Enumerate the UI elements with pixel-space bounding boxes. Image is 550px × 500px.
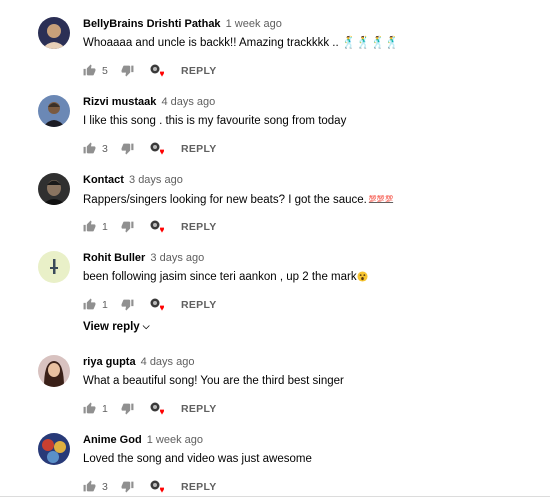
like-count: 1 — [102, 299, 108, 311]
like-count: 1 — [102, 221, 108, 233]
reply-button[interactable]: REPLY — [181, 481, 217, 493]
comment-body: riya gupta 4 days ago What a beautiful s… — [83, 355, 550, 389]
thumb-up-icon[interactable] — [83, 64, 96, 77]
timestamp[interactable]: 4 days ago — [161, 96, 215, 108]
comment-actions: 5 REPLY — [83, 62, 383, 80]
comment-body: BellyBrains Drishti Pathak 1 week ago Wh… — [83, 17, 550, 51]
thumb-down-icon[interactable] — [121, 64, 134, 77]
comment-text: been following jasim since teri aankon ,… — [83, 270, 550, 285]
avatar[interactable] — [38, 433, 70, 465]
reply-button[interactable]: REPLY — [181, 143, 217, 155]
creator-heart-icon — [150, 480, 164, 493]
comment-body: Rohit Buller 3 days ago been following j… — [83, 251, 550, 285]
timestamp[interactable]: 1 week ago — [147, 434, 203, 446]
thumb-down-icon[interactable] — [121, 480, 134, 493]
avatar[interactable] — [38, 173, 70, 205]
thumb-up-icon[interactable] — [83, 298, 96, 311]
creator-heart-icon — [150, 298, 164, 311]
thumb-up-icon[interactable] — [83, 220, 96, 233]
like-count: 3 — [102, 481, 108, 493]
thumb-down-icon[interactable] — [121, 142, 134, 155]
timestamp[interactable]: 1 week ago — [226, 18, 282, 30]
comment-actions: 1 REPLY — [83, 400, 383, 418]
comment-text: Whoaaaa and uncle is backk!! Amazing tra… — [83, 37, 400, 49]
comment-text: What a beautiful song! You are the third… — [83, 375, 344, 387]
avatar[interactable] — [38, 251, 70, 283]
thumb-down-icon[interactable] — [121, 220, 134, 233]
reply-button[interactable]: REPLY — [181, 221, 217, 233]
timestamp[interactable]: 4 days ago — [141, 356, 195, 368]
author-name[interactable]: Rohit Buller — [83, 252, 145, 264]
avatar[interactable] — [38, 95, 70, 127]
like-count: 1 — [102, 403, 108, 415]
creator-heart-icon — [150, 64, 164, 77]
reply-button[interactable]: REPLY — [181, 403, 217, 415]
reply-button[interactable]: REPLY — [181, 299, 217, 311]
creator-heart-icon — [150, 142, 164, 155]
thumb-down-icon[interactable] — [121, 298, 134, 311]
avatar[interactable] — [38, 355, 70, 387]
bottom-divider — [0, 496, 550, 497]
view-replies-label: View reply — [83, 321, 140, 333]
reply-button[interactable]: REPLY — [181, 65, 217, 77]
thumb-up-icon[interactable] — [83, 480, 96, 493]
creator-heart-icon — [150, 402, 164, 415]
avatar[interactable] — [38, 17, 70, 49]
comment-text: I like this song . this is my favourite … — [83, 115, 347, 127]
author-name[interactable]: Anime God — [83, 434, 142, 446]
like-count: 5 — [102, 65, 108, 77]
timestamp[interactable]: 3 days ago — [150, 252, 204, 264]
author-name[interactable]: Kontact — [83, 174, 124, 186]
author-name[interactable]: BellyBrains Drishti Pathak — [83, 18, 221, 30]
thumb-up-icon[interactable] — [83, 142, 96, 155]
creator-heart-icon — [150, 220, 164, 233]
like-count: 3 — [102, 143, 108, 155]
chevron-down-icon: ⌵ — [142, 321, 150, 331]
thumb-up-icon[interactable] — [83, 402, 96, 415]
comment-text: Rappers/singers looking for new beats? I… — [83, 194, 394, 206]
timestamp[interactable]: 3 days ago — [129, 174, 183, 186]
comment-actions: 3 REPLY — [83, 478, 383, 496]
thumb-down-icon[interactable] — [121, 402, 134, 415]
comment-body: Kontact 3 days ago Rappers/singers looki… — [83, 173, 550, 208]
hundred-emoji: 💯💯💯 — [368, 196, 394, 203]
author-name[interactable]: Rizvi mustaak — [83, 96, 156, 108]
comment-actions: 3 REPLY — [83, 140, 383, 158]
comment-body: Anime God 1 week ago Loved the song and … — [83, 433, 550, 467]
comment-actions: 1 REPLY — [83, 218, 383, 236]
author-name[interactable]: riya gupta — [83, 356, 136, 368]
comment-text: Loved the song and video was just awesom… — [83, 453, 312, 465]
comment-body: Rizvi mustaak 4 days ago I like this son… — [83, 95, 550, 129]
comment-actions: 1 REPLY — [83, 296, 383, 314]
astonished-face-icon — [357, 271, 368, 282]
view-replies-button[interactable]: View reply ⌵ — [83, 321, 150, 333]
